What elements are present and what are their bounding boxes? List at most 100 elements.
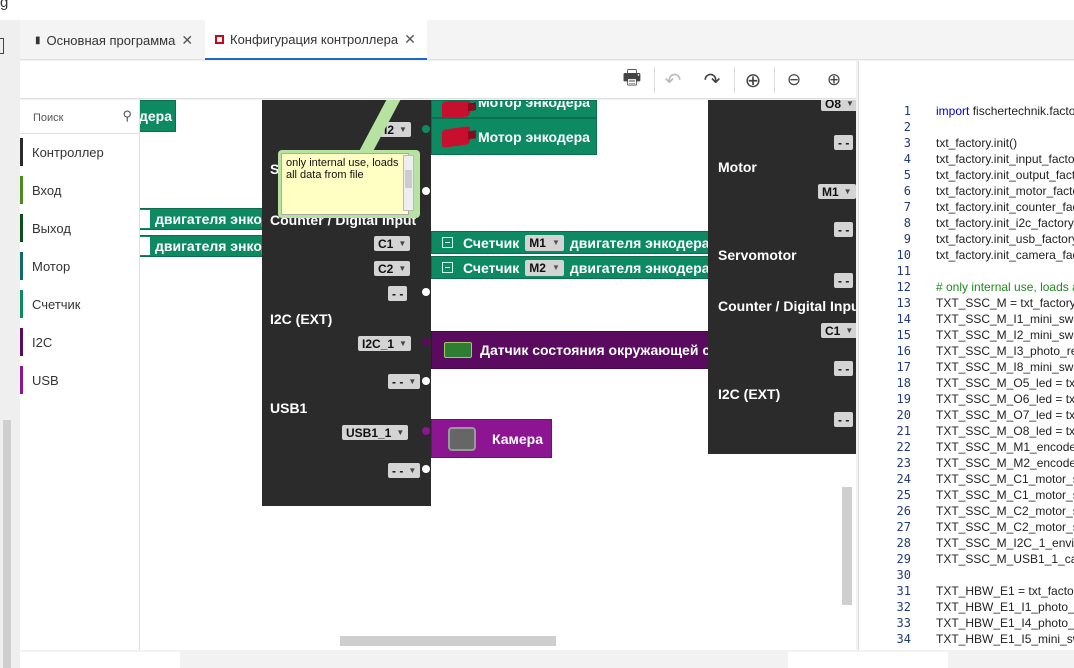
tab-main-program[interactable]: ▮ Основная программа ✕ (25, 20, 205, 60)
comment-bubble[interactable]: only internal use, loads all data from f… (278, 150, 420, 218)
expand-icon[interactable] (442, 237, 453, 248)
block-workspace[interactable]: дера двигателя энкод двигателя энкод S C… (140, 100, 856, 650)
port-chip-empty[interactable]: - - ▼ (388, 374, 421, 389)
port-chip-empty[interactable]: - - (834, 273, 854, 288)
block-label: Мотор энкодера (478, 100, 590, 110)
select-value: M2 (529, 260, 546, 275)
redo-icon[interactable]: ↷ (700, 68, 724, 92)
partial-counter-block-2[interactable]: двигателя энкод (140, 235, 266, 257)
port-chip-c1[interactable]: C1 ▼ (821, 323, 856, 338)
chip-value: - - (838, 135, 850, 150)
line-number: 25 (896, 488, 911, 502)
code-line: TXT_SSC_M_O6_led = txt_factory (936, 392, 1074, 406)
comment-text[interactable]: only internal use, loads all data from f… (281, 153, 409, 215)
motor-select[interactable]: M1 ▼ (525, 234, 564, 251)
tab-controller-config[interactable]: Конфигурация контроллера ✕ (205, 20, 427, 60)
counter-section-label: Counter / Digital Input (718, 298, 856, 314)
port-chip-i2c[interactable]: I2C_1 ▼ (358, 336, 411, 351)
line-number: 15 (896, 328, 911, 342)
port-chip-c2[interactable]: C2 ▼ (374, 261, 411, 276)
chip-value: C2 (378, 261, 394, 276)
category-input[interactable]: Вход (20, 176, 140, 204)
line-number: 32 (896, 600, 911, 614)
code-line: txt_factory.init_counter_factory() (936, 200, 1074, 214)
zoom-out-icon[interactable]: ⊖ (782, 68, 806, 92)
line-number: 33 (896, 616, 911, 630)
camera-block[interactable]: Камера (431, 419, 552, 458)
search-input[interactable]: Поиск ⚲ (20, 100, 140, 134)
chevron-down-icon: ▼ (408, 466, 417, 475)
port-chip-empty[interactable]: - - (834, 412, 854, 427)
category-output[interactable]: Выход (20, 214, 140, 242)
category-controller[interactable]: Контроллер (20, 138, 140, 166)
category-motor[interactable]: Мотор (20, 252, 140, 280)
undo-icon[interactable]: ↶ (661, 68, 685, 92)
line-number: 13 (896, 296, 911, 310)
code-line: txt_factory.init_output_factory() (936, 168, 1074, 182)
port-chip-empty[interactable]: - - (834, 361, 854, 376)
camera-icon (448, 426, 476, 451)
code-line: TXT_SSC_M_I2_mini_switch (936, 328, 1074, 342)
category-usb[interactable]: USB (20, 366, 140, 394)
line-number: 9 (903, 232, 911, 246)
chip-value: M1 (822, 184, 839, 199)
category-label: Счетчик (32, 296, 81, 312)
category-label: Мотор (32, 258, 71, 274)
comment-scrollbar[interactable] (403, 155, 414, 211)
chip-value: - - (838, 361, 850, 376)
line-number: 29 (896, 552, 911, 566)
port-chip-empty[interactable]: - - (834, 222, 854, 237)
line-number: 26 (896, 504, 911, 518)
motor-select[interactable]: M2 ▼ (525, 259, 564, 276)
category-i2c[interactable]: I2C (20, 328, 140, 356)
line-number: 16 (896, 344, 911, 358)
tab-label: Конфигурация контроллера (230, 31, 399, 47)
connector-notch (140, 210, 150, 228)
category-color-bar (20, 252, 23, 280)
port-chip-usb[interactable]: USB1_1 ▼ (342, 425, 409, 440)
port-chip-m1[interactable]: M1 ▼ (818, 184, 856, 199)
counter-block-m2[interactable]: Счетчик M2 ▼ двигателя энкодера (431, 256, 721, 279)
chip-value: - - (392, 463, 404, 478)
recenter-icon[interactable]: ⊕ (741, 68, 765, 92)
port-chip-empty[interactable]: - - ▼ (388, 463, 421, 478)
partial-counter-block-1[interactable]: двигателя энкод (140, 208, 266, 230)
close-icon[interactable]: ✕ (404, 31, 416, 48)
i2c-section-label: I2C (EXT) (718, 386, 781, 402)
chevron-down-icon: ▼ (551, 238, 560, 247)
horizontal-scrollbar[interactable] (340, 636, 556, 646)
code-line: txt_factory.init_i2c_factory() (936, 216, 1074, 230)
panel-toggle-icon[interactable] (0, 38, 4, 54)
left-scrollbar[interactable] (3, 420, 11, 668)
connector-dot (422, 377, 430, 385)
block-label: двигателя энкод (155, 238, 266, 254)
zoom-in-icon[interactable]: ⊕ (822, 68, 846, 92)
line-number: 12 (896, 280, 911, 294)
category-counter[interactable]: Счетчик (20, 290, 140, 318)
motor-encoder-block[interactable]: Мотор энкодера (431, 118, 597, 155)
code-line: TXT_HBW_E1 = txt_factory.controller_fact… (936, 584, 1074, 598)
port-chip-c1[interactable]: C1 ▼ (374, 236, 411, 251)
vertical-scrollbar[interactable] (842, 487, 852, 605)
motor-encoder-block-top[interactable]: Мотор энкодера (431, 100, 597, 118)
partial-block-top-left[interactable]: дера (140, 100, 176, 132)
port-chip-o8[interactable]: O8 ▼ (821, 100, 856, 111)
line-number: 7 (903, 200, 911, 214)
category-label: Контроллер (32, 144, 104, 160)
code-line: TXT_SSC_M_USB1_1_camera (936, 552, 1074, 566)
search-icon[interactable]: ⚲ (122, 108, 132, 124)
i2c-section-label: I2C (EXT) (270, 311, 333, 327)
port-chip-empty[interactable]: - - (834, 135, 854, 150)
code-line: TXT_SSC_M_C1_motor_step_counter (936, 472, 1074, 486)
code-text: fischertechnik.factory (972, 104, 1074, 118)
chevron-down-icon: ▼ (398, 264, 407, 273)
environment-sensor-block[interactable]: Датчик состояния окружающей среды (431, 331, 753, 369)
block-label: двигателя энкод (155, 211, 266, 227)
expand-icon[interactable] (442, 262, 453, 273)
port-chip-empty[interactable]: - - (388, 286, 408, 301)
counter-block-m1[interactable]: Счетчик M1 ▼ двигателя энкодера (431, 231, 721, 254)
print-icon[interactable]: 🖶 (620, 67, 644, 92)
close-icon[interactable]: ✕ (181, 32, 193, 49)
block-label: двигателя энкодера (569, 259, 710, 276)
line-number: 20 (896, 408, 911, 422)
